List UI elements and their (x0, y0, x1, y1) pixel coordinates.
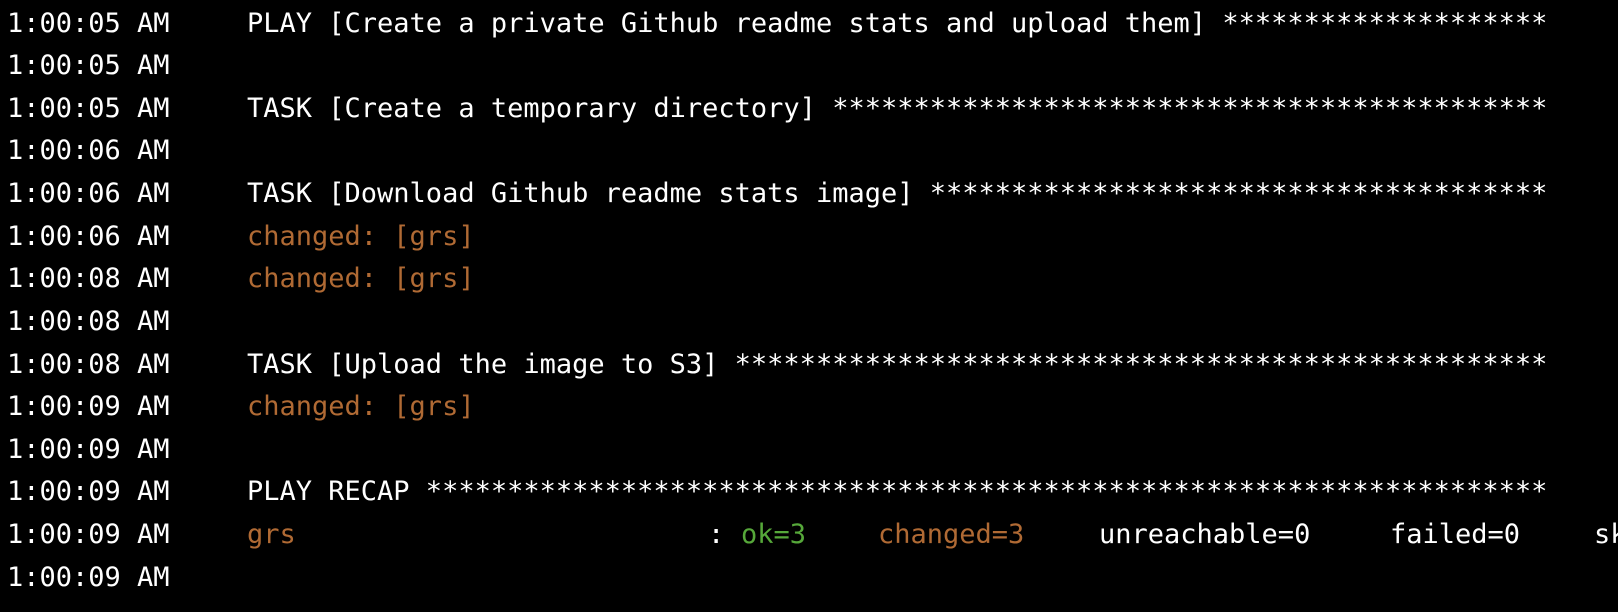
recap-host: grs (247, 513, 296, 557)
log-line: 1:00:06 AM changed: [grs] (0, 215, 1618, 259)
timestamp: 1:00:05 AM (7, 50, 170, 81)
timestamp: 1:00:09 AM (7, 391, 170, 422)
timestamp: 1:00:09 AM (7, 519, 170, 550)
log-line: 1:00:05 AM (0, 44, 1618, 88)
recap-hostname: grs (247, 519, 296, 550)
timestamp: 1:00:08 AM (7, 349, 170, 380)
log-line: 1:00:08 AM (0, 300, 1618, 344)
timestamp: 1:00:05 AM (7, 8, 170, 39)
timestamp: 1:00:05 AM (7, 93, 170, 124)
timestamp: 1:00:08 AM (7, 263, 170, 294)
log-line: 1:00:09 AM PLAY RECAP ******************… (0, 470, 1618, 514)
log-line: 1:00:08 AM changed: [grs] (0, 257, 1618, 301)
recap-changed: changed=3 (878, 519, 1025, 550)
changed-status: changed: [grs] (247, 391, 475, 422)
task-header: TASK [Create a temporary directory] ****… (247, 93, 1548, 124)
changed-status: changed: [grs] (247, 221, 475, 252)
terminal-output: 1:00:05 AM PLAY [Create a private Github… (0, 0, 1618, 612)
timestamp: 1:00:09 AM (7, 476, 170, 507)
log-line: 1:00:08 AM TASK [Upload the image to S3]… (0, 343, 1618, 387)
recap-skipped: sk (1594, 519, 1618, 550)
recap-separator: : (708, 519, 741, 550)
timestamp: 1:00:09 AM (7, 562, 170, 593)
recap-ok: ok=3 (741, 519, 807, 550)
log-line: 1:00:09 AM (0, 556, 1618, 600)
timestamp: 1:00:06 AM (7, 178, 170, 209)
log-line: 1:00:09 AM grs : ok=3 changed=3 unreacha… (0, 513, 1618, 557)
changed-status: changed: [grs] (247, 263, 475, 294)
timestamp: 1:00:06 AM (7, 135, 170, 166)
task-header: TASK [Download Github readme stats image… (247, 178, 1548, 209)
play-header: PLAY [Create a private Github readme sta… (247, 8, 1548, 39)
timestamp: 1:00:06 AM (7, 221, 170, 252)
log-line: 1:00:06 AM (0, 129, 1618, 173)
recap-unreachable: unreachable=0 (1099, 519, 1311, 550)
task-header: TASK [Upload the image to S3] **********… (247, 349, 1548, 380)
timestamp: 1:00:08 AM (7, 306, 170, 337)
recap-failed: failed=0 (1390, 519, 1521, 550)
recap-header: PLAY RECAP *****************************… (247, 476, 1548, 507)
log-line: 1:00:09 AM (0, 428, 1618, 472)
log-line: 1:00:05 AM PLAY [Create a private Github… (0, 2, 1618, 46)
log-line: 1:00:09 AM changed: [grs] (0, 385, 1618, 429)
log-line: 1:00:05 AM TASK [Create a temporary dire… (0, 87, 1618, 131)
timestamp: 1:00:09 AM (7, 434, 170, 465)
log-line: 1:00:06 AM TASK [Download Github readme … (0, 172, 1618, 216)
